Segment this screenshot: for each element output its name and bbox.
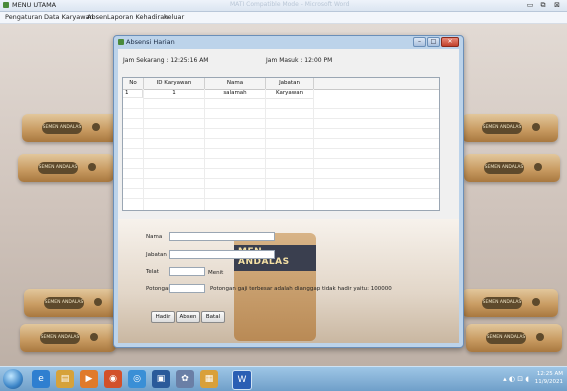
grid-divider <box>123 138 439 139</box>
child-titlebar[interactable]: Absensi Harian – □ ✕ <box>114 36 463 48</box>
grid-divider <box>123 108 439 109</box>
cement-sack-image: SEMEN ANDALAS <box>464 154 560 182</box>
current-time-label: Jam Sekarang : 12:25:16 AM <box>123 57 209 64</box>
table-row[interactable]: 1 1 salamah Karyawan <box>123 89 439 99</box>
hadir-button[interactable]: Hadir <box>151 311 175 323</box>
jabatan-label: Jabatan <box>146 252 167 258</box>
app-icon <box>3 2 9 8</box>
restore-button[interactable]: ⧉ <box>538 1 548 9</box>
cement-sack-image: SEMEN ANDALAS <box>18 154 114 182</box>
grid-divider <box>123 128 439 129</box>
child-maximize-button[interactable]: □ <box>427 37 440 47</box>
cement-sack-image: SEMEN ANDALAS <box>462 289 558 317</box>
nama-label: Nama <box>146 234 163 240</box>
close-button[interactable]: ⊠ <box>552 1 562 9</box>
media-player-icon[interactable]: ▶ <box>80 370 98 388</box>
menu-pengaturan[interactable]: Pengaturan <box>5 13 42 21</box>
batal-button[interactable]: Batal <box>201 311 225 323</box>
grid-divider <box>123 148 439 149</box>
grid-divider <box>123 118 439 119</box>
cell-nama[interactable]: salamah <box>205 89 266 99</box>
cement-sack-image: SEMEN ANDALAS <box>24 289 120 317</box>
clock-time: 12:25 AM <box>536 371 563 377</box>
attendance-grid[interactable]: No ID Karyawan Nama Jabatan 1 1 salamah … <box>122 77 440 211</box>
system-clock[interactable]: 12:25 AM 11/9/2021 <box>535 370 563 386</box>
notepad-icon[interactable]: ▦ <box>200 370 218 388</box>
jabatan-input[interactable] <box>169 250 275 259</box>
firefox-icon[interactable]: ◉ <box>104 370 122 388</box>
cement-sack-image: SEMEN ANDALAS <box>20 324 116 352</box>
child-client-area: Jam Sekarang : 12:25:16 AM Jam Masuk : 1… <box>118 49 459 343</box>
window-title: MENU UTAMA <box>12 1 57 9</box>
check-in-time-label: Jam Masuk : 12:00 PM <box>266 57 333 64</box>
cement-sack-image: SEMEN ANDALAS <box>466 324 562 352</box>
potongan-note: Potongan gaji terbesar adalah dianggap t… <box>210 286 392 292</box>
grid-divider <box>123 168 439 169</box>
cell-jabatan[interactable]: Karyawan <box>266 89 314 99</box>
menu-bar: Pengaturan Data Karyawan Absen Laporan K… <box>0 12 567 24</box>
network-app-icon[interactable]: ✿ <box>176 370 194 388</box>
grid-divider <box>123 198 439 199</box>
absensi-harian-window: Absensi Harian – □ ✕ Jam Sekarang : 12:2… <box>113 35 464 348</box>
system-tray-icons[interactable]: ▴ ◐ ⊡ ◖ <box>503 375 529 383</box>
nama-input[interactable] <box>169 232 275 241</box>
app-window-icon[interactable]: ▣ <box>152 370 170 388</box>
menu-absen[interactable]: Absen <box>87 13 107 21</box>
cell-no[interactable]: 1 <box>123 89 143 98</box>
child-window-title: Absensi Harian <box>126 38 175 46</box>
absen-button[interactable]: Absen <box>176 311 200 323</box>
grid-divider <box>123 158 439 159</box>
telat-label: Telat <box>146 269 159 275</box>
chrome-icon[interactable]: ◎ <box>128 370 146 388</box>
potongan-input[interactable] <box>169 284 205 293</box>
word-icon[interactable]: W <box>232 370 252 390</box>
menit-label: Menit <box>208 270 224 276</box>
form-icon <box>118 39 124 45</box>
telat-input[interactable] <box>169 267 205 276</box>
grid-divider <box>123 178 439 179</box>
cell-id-karyawan[interactable]: 1 <box>144 89 205 99</box>
main-titlebar: MENU UTAMA MATI Compatible Mode - Micros… <box>0 0 567 12</box>
potongan-label: Potongan <box>146 286 172 292</box>
child-close-button[interactable]: ✕ <box>441 37 459 47</box>
start-button[interactable] <box>3 369 23 389</box>
background-window-title: MATI Compatible Mode - Microsoft Word <box>230 1 350 8</box>
cement-sack-image: SEMEN ANDALAS <box>462 114 558 142</box>
child-minimize-button[interactable]: – <box>413 37 426 47</box>
minimize-button[interactable]: ▭ <box>525 1 535 9</box>
clock-date: 11/9/2021 <box>534 379 563 385</box>
folder-icon[interactable]: ▤ <box>56 370 74 388</box>
child-window-controls: – □ ✕ <box>413 37 459 47</box>
menu-keluar[interactable]: keluar <box>164 13 184 21</box>
cement-sack-image: SEMEN ANDALAS <box>22 114 118 142</box>
menu-laporan-kehadiran[interactable]: Laporan Kehadiran <box>107 13 168 21</box>
taskbar: e ▤ ▶ ◉ ◎ ▣ ✿ ▦ W ▴ ◐ ⊡ ◖ 12:25 AM 11/9/… <box>0 366 567 391</box>
column-header-nama[interactable]: Nama <box>205 78 266 89</box>
column-header-no[interactable]: No <box>123 78 144 89</box>
ie-icon[interactable]: e <box>32 370 50 388</box>
grid-divider <box>123 188 439 189</box>
column-header-id-karyawan[interactable]: ID Karyawan <box>144 78 205 89</box>
column-header-jabatan[interactable]: Jabatan <box>266 78 314 89</box>
